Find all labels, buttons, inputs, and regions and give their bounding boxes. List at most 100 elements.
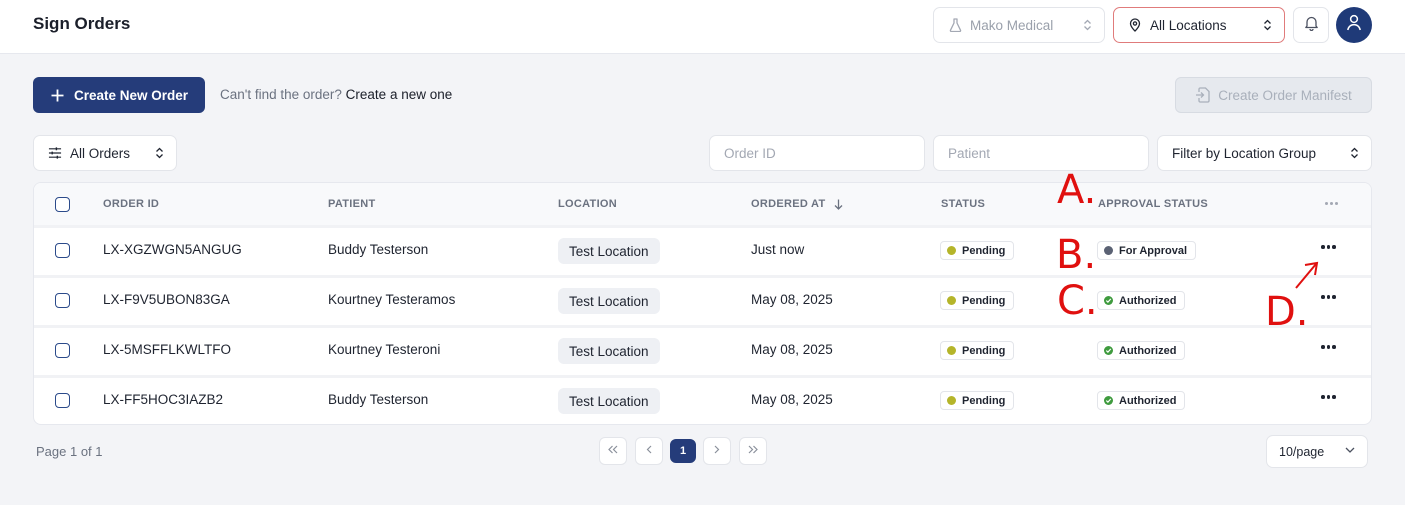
user-avatar[interactable] xyxy=(1336,7,1372,43)
col-patient[interactable]: PATIENT xyxy=(328,198,376,210)
location-chip: Test Location xyxy=(558,288,660,314)
check-circle-icon xyxy=(1104,396,1113,405)
per-page-select[interactable]: 10/page xyxy=(1266,435,1368,468)
column-options-icon[interactable] xyxy=(1325,202,1338,205)
location-chip: Test Location xyxy=(558,388,660,414)
table-row[interactable]: LX-FF5HOC3IAZB2 Buddy Testerson Test Loc… xyxy=(34,375,1371,424)
create-new-link[interactable]: Create a new one xyxy=(346,87,453,102)
approval-status-badge: Authorized xyxy=(1097,291,1186,310)
chevron-up-down-icon xyxy=(1263,19,1272,31)
chevron-up-down-icon xyxy=(1350,147,1359,159)
pending-approval-icon xyxy=(1104,246,1113,255)
location-group-label: Filter by Location Group xyxy=(1172,145,1317,161)
location-group-filter-select[interactable]: Filter by Location Group xyxy=(1157,135,1372,171)
approval-status-badge: For Approval xyxy=(1097,241,1197,260)
status-badge: Pending xyxy=(940,291,1015,310)
approval-status-label: Authorized xyxy=(1119,344,1177,357)
table-row[interactable]: LX-5MSFFLKWLTFO Kourtney Testeroni Test … xyxy=(34,325,1371,375)
file-import-icon xyxy=(1195,87,1210,103)
bell-icon xyxy=(1304,15,1319,36)
status-label: Pending xyxy=(962,294,1006,307)
row-actions-menu-icon[interactable] xyxy=(1321,345,1336,349)
orders-filter-select[interactable]: All Orders xyxy=(33,135,177,171)
col-approval-status[interactable]: APPROVAL STATUS xyxy=(1098,198,1208,210)
page-info: Page 1 of 1 xyxy=(36,444,103,459)
clock-icon xyxy=(947,396,956,405)
approval-status-badge: Authorized xyxy=(1097,391,1186,410)
check-circle-icon xyxy=(1104,346,1113,355)
orders-filter-label: All Orders xyxy=(70,145,131,161)
status-label: Pending xyxy=(962,244,1006,257)
annotation-d: D. xyxy=(1265,289,1309,335)
location-chip: Test Location xyxy=(558,338,660,364)
order-id-cell: LX-XGZWGN5ANGUG xyxy=(103,242,242,257)
patient-cell: Buddy Testerson xyxy=(328,242,429,257)
user-icon xyxy=(1346,14,1362,36)
col-ordered-at[interactable]: ORDERED AT xyxy=(751,198,843,210)
location-selector[interactable]: All Locations xyxy=(1113,7,1285,43)
create-order-manifest-label: Create Order Manifest xyxy=(1218,87,1352,103)
row-actions-menu-icon[interactable] xyxy=(1321,245,1336,249)
select-all-checkbox[interactable] xyxy=(55,197,70,212)
table-row[interactable]: LX-F9V5UBON83GA Kourtney Testeramos Test… xyxy=(34,275,1371,325)
patient-cell: Buddy Testerson xyxy=(328,392,429,407)
annotation-c: C. xyxy=(1057,278,1098,324)
create-hint: Can't find the order? Create a new one xyxy=(220,87,452,102)
create-new-order-button[interactable]: Create New Order xyxy=(33,77,205,113)
last-page-button[interactable] xyxy=(739,437,767,465)
table-row[interactable]: LX-XGZWGN5ANGUG Buddy Testerson Test Loc… xyxy=(34,225,1371,275)
sliders-icon xyxy=(48,146,62,160)
annotation-a: A. xyxy=(1057,167,1097,213)
status-badge: Pending xyxy=(940,241,1015,260)
row-checkbox[interactable] xyxy=(55,243,70,258)
notifications-button[interactable] xyxy=(1293,7,1329,43)
chevron-left-icon xyxy=(646,445,652,457)
col-order-id[interactable]: ORDER ID xyxy=(103,198,159,210)
location-label: All Locations xyxy=(1150,17,1227,33)
status-badge: Pending xyxy=(940,341,1015,360)
orders-table: ORDER ID PATIENT LOCATION ORDERED AT STA… xyxy=(33,182,1372,425)
annotation-b: B. xyxy=(1056,232,1097,278)
location-chip: Test Location xyxy=(558,238,660,264)
col-status[interactable]: STATUS xyxy=(941,198,985,210)
chevrons-left-icon xyxy=(608,445,618,457)
ordered-at-cell: May 08, 2025 xyxy=(751,392,833,407)
row-actions-menu-icon[interactable] xyxy=(1321,295,1336,299)
next-page-button[interactable] xyxy=(703,437,731,465)
sort-descending-icon[interactable] xyxy=(834,199,843,210)
row-checkbox[interactable] xyxy=(55,293,70,308)
top-bar: Sign Orders Mako Medical All Locations xyxy=(0,0,1405,54)
page-1-button[interactable]: 1 xyxy=(670,439,696,463)
first-page-button[interactable] xyxy=(599,437,627,465)
row-checkbox[interactable] xyxy=(55,393,70,408)
order-id-cell: LX-5MSFFLKWLTFO xyxy=(103,342,232,357)
order-id-search-input[interactable] xyxy=(709,135,925,171)
row-checkbox[interactable] xyxy=(55,343,70,358)
col-location[interactable]: LOCATION xyxy=(558,198,617,210)
create-new-order-label: Create New Order xyxy=(74,87,189,103)
table-header: ORDER ID PATIENT LOCATION ORDERED AT STA… xyxy=(34,183,1371,225)
chevron-down-icon xyxy=(1345,447,1355,453)
row-actions-menu-icon[interactable] xyxy=(1321,395,1336,399)
order-id-cell: LX-F9V5UBON83GA xyxy=(103,292,230,307)
approval-status-label: Authorized xyxy=(1119,394,1177,407)
ordered-at-cell: May 08, 2025 xyxy=(751,342,833,357)
organization-label: Mako Medical xyxy=(970,17,1054,33)
clock-icon xyxy=(947,246,956,255)
flask-icon xyxy=(948,18,962,32)
patient-search-input[interactable] xyxy=(933,135,1149,171)
page-title: Sign Orders xyxy=(33,14,131,33)
status-label: Pending xyxy=(962,394,1006,407)
ordered-at-cell: May 08, 2025 xyxy=(751,292,833,307)
map-pin-icon xyxy=(1128,18,1142,32)
organization-selector[interactable]: Mako Medical xyxy=(933,7,1105,43)
col-ordered-at-label: ORDERED AT xyxy=(751,198,826,210)
chevron-up-down-icon xyxy=(1083,19,1092,31)
approval-status-label: Authorized xyxy=(1119,294,1177,307)
status-label: Pending xyxy=(962,344,1006,357)
annotation-arrow-icon xyxy=(1295,261,1319,289)
approval-status-label: For Approval xyxy=(1119,244,1188,257)
create-order-manifest-button[interactable]: Create Order Manifest xyxy=(1175,77,1372,113)
previous-page-button[interactable] xyxy=(635,437,663,465)
clock-icon xyxy=(947,346,956,355)
